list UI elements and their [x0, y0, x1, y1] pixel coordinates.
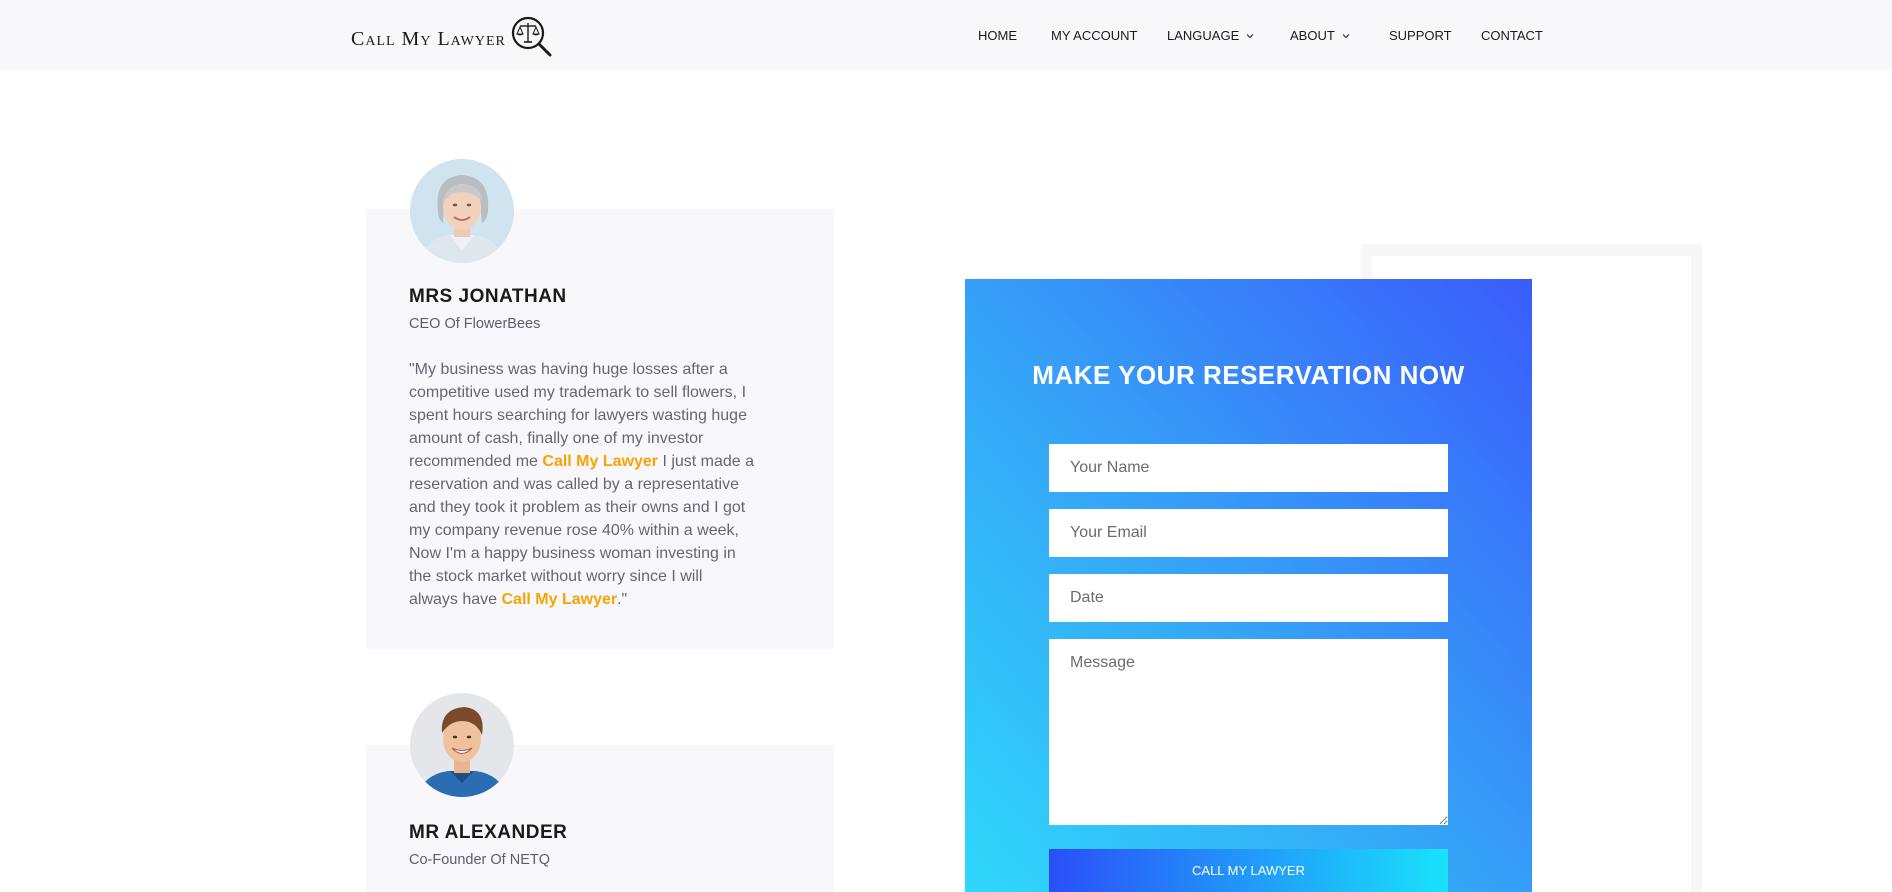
nav-my-account-label: MY ACCOUNT — [1051, 28, 1138, 43]
nav-home[interactable]: HOME — [978, 28, 1017, 43]
message-textarea[interactable] — [1049, 639, 1448, 825]
nav-language-label: LANGUAGE — [1167, 28, 1240, 43]
avatar — [410, 159, 514, 263]
quote-text: ." — [617, 591, 628, 608]
brand-highlight: Call My Lawyer — [501, 591, 618, 608]
nav-contact[interactable]: CONTACT — [1481, 28, 1543, 43]
chevron-down-icon — [1342, 33, 1350, 38]
testimonial-name: MR ALEXANDER — [409, 822, 568, 843]
nav-support-label: SUPPORT — [1389, 28, 1452, 43]
reservation-title: MAKE YOUR RESERVATION NOW — [1032, 360, 1465, 390]
brand-highlight: Call My Lawyer — [542, 453, 658, 470]
main-nav: HOME MY ACCOUNT LANGUAGE ABOUT SUPPORT C… — [0, 0, 1892, 70]
date-input[interactable] — [1049, 574, 1448, 622]
testimonial-role: CEO Of FlowerBees — [409, 316, 541, 332]
testimonial-name: MRS JONATHAN — [409, 286, 567, 307]
nav-my-account[interactable]: MY ACCOUNT — [1051, 28, 1137, 43]
nav-contact-label: CONTACT — [1481, 28, 1543, 43]
nav-language[interactable]: LANGUAGE — [1167, 28, 1254, 43]
call-my-lawyer-button[interactable]: CALL MY LAWYER — [1049, 849, 1448, 892]
page: Call My Lawyer HOME MY ACCOUNT LANGUAGE … — [0, 0, 1892, 892]
nav-about[interactable]: ABOUT — [1290, 28, 1350, 43]
man-portrait-image — [410, 693, 514, 797]
avatar — [410, 693, 514, 797]
testimonial-quote: "My business was having huge losses afte… — [409, 358, 755, 611]
testimonial-role: Co-Founder Of NETQ — [409, 852, 551, 868]
nav-home-label: HOME — [978, 28, 1017, 43]
email-input[interactable] — [1049, 509, 1448, 557]
chevron-down-icon — [1246, 33, 1254, 38]
woman-portrait-image — [410, 159, 514, 263]
nav-about-label: ABOUT — [1290, 28, 1335, 43]
site-header: Call My Lawyer HOME MY ACCOUNT LANGUAGE … — [0, 0, 1892, 70]
name-input[interactable] — [1049, 444, 1448, 492]
nav-support[interactable]: SUPPORT — [1389, 28, 1452, 43]
quote-text: I just made a reservation and was called… — [409, 453, 755, 608]
